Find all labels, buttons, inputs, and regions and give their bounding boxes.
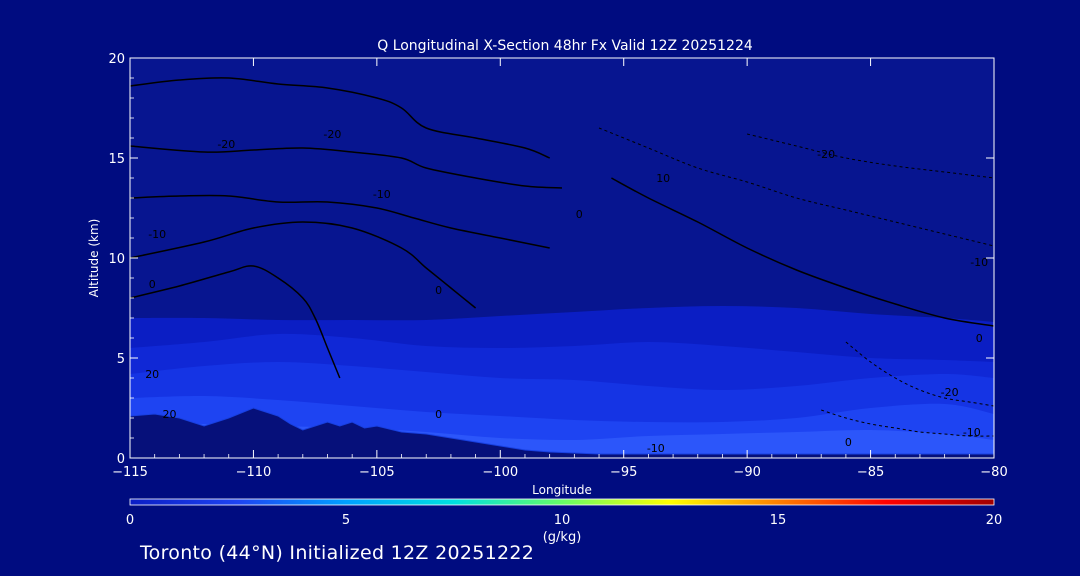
x-tick-label: −95 [610,465,637,480]
x-tick-label: −85 [857,465,884,480]
contour-label: -10 [148,228,166,241]
x-axis-label: Longitude [532,483,592,497]
chart-root: Q Longitudinal X-Section 48hr Fx Valid 1… [0,0,1080,576]
y-tick-label: 5 [117,352,125,367]
contour-label: 20 [145,368,159,381]
colorbar-tick-label: 15 [770,513,787,528]
contour-label: 10 [656,172,670,185]
contour-label: 0 [435,284,442,297]
contour-label: -20 [941,386,959,399]
colorbar-tick-label: 10 [554,513,571,528]
contour-label: -10 [373,188,391,201]
colorbar-tick-label: 0 [126,513,134,528]
cross-section-chart: Q Longitudinal X-Section 48hr Fx Valid 1… [87,38,1008,545]
chart-title: Q Longitudinal X-Section 48hr Fx Valid 1… [377,38,753,54]
contour-label: -20 [817,148,835,161]
colorbar-tick-label: 20 [986,513,1003,528]
contour-label: 20 [163,408,177,421]
contour-label: -10 [647,442,665,455]
x-tick-label: −90 [733,465,760,480]
x-tick-label: −80 [980,465,1007,480]
contour-label: 0 [576,208,583,221]
contour-label: 0 [976,332,983,345]
colorbar-unit-label: (g/kg) [543,530,582,545]
colorbar [129,498,995,506]
y-tick-label: 20 [108,52,125,67]
y-tick-label: 0 [117,452,125,467]
contour-label: 0 [435,408,442,421]
x-tick-label: −100 [482,465,518,480]
x-tick-label: −110 [236,465,272,480]
colorbar-ticks: 0 5 10 15 20 [126,513,1002,528]
init-footer: Toronto (44°N) Initialized 12Z 20251222 [140,542,535,564]
y-tick-label: 10 [108,252,125,267]
contour-label: -20 [217,138,235,151]
contour-label: 0 [845,436,852,449]
contour-label: -20 [323,128,341,141]
y-axis-label: Altitude (km) [87,219,101,298]
x-tick-label: −115 [112,465,148,480]
contour-label: 0 [149,278,156,291]
y-tick-label: 15 [108,152,125,167]
x-tick-label: −105 [359,465,395,480]
colorbar-tick-label: 5 [342,513,350,528]
contour-label: -10 [963,426,981,439]
contour-label: -10 [970,256,988,269]
